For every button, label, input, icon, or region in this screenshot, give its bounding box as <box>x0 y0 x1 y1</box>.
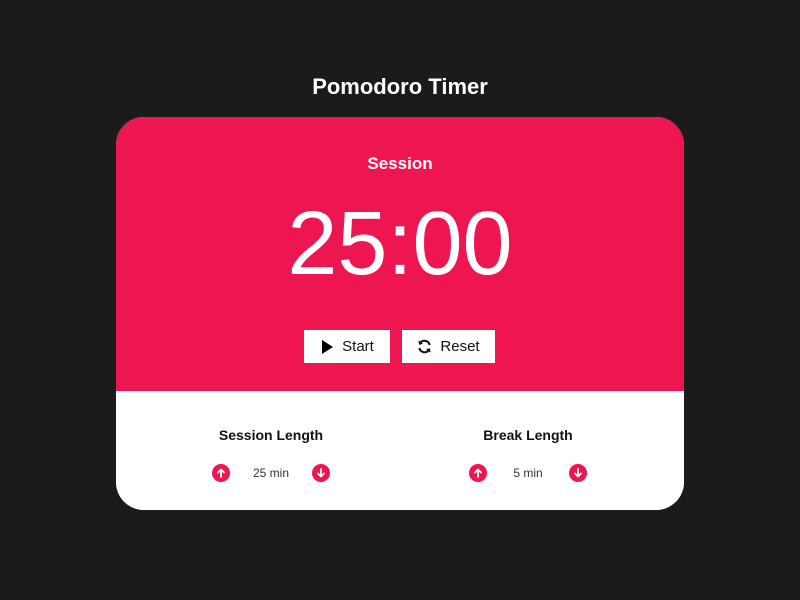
session-increment-button[interactable] <box>212 464 230 482</box>
session-decrement-button[interactable] <box>312 464 330 482</box>
arrow-up-circle-icon <box>473 468 483 478</box>
settings-panel: Session Length 25 min Break Length 5 min <box>116 391 684 510</box>
timer-card: Session 25:00 Start Reset Session Length <box>116 117 684 510</box>
session-length-control: Session Length 25 min <box>171 427 371 483</box>
break-increment-button[interactable] <box>469 464 487 482</box>
timer-display: 25:00 <box>287 194 513 294</box>
reset-button-label: Reset <box>440 338 480 355</box>
session-length-title: Session Length <box>218 427 324 443</box>
break-length-title: Break Length <box>483 427 573 443</box>
play-icon <box>320 339 334 354</box>
arrow-down-circle-icon <box>316 468 326 478</box>
break-decrement-button[interactable] <box>569 464 587 482</box>
reset-button[interactable]: Reset <box>402 330 495 363</box>
arrow-down-circle-icon <box>573 468 583 478</box>
timer-panel: Session 25:00 Start Reset <box>116 117 684 391</box>
timer-mode-label: Session <box>367 154 433 173</box>
refresh-icon <box>417 339 432 354</box>
break-length-value: 5 min <box>513 466 543 480</box>
start-button-label: Start <box>342 338 374 355</box>
arrow-up-circle-icon <box>216 468 226 478</box>
break-length-control: Break Length 5 min <box>428 427 628 483</box>
session-length-value: 25 min <box>252 466 290 480</box>
app-title: Pomodoro Timer <box>312 74 488 99</box>
start-button[interactable]: Start <box>304 330 390 363</box>
